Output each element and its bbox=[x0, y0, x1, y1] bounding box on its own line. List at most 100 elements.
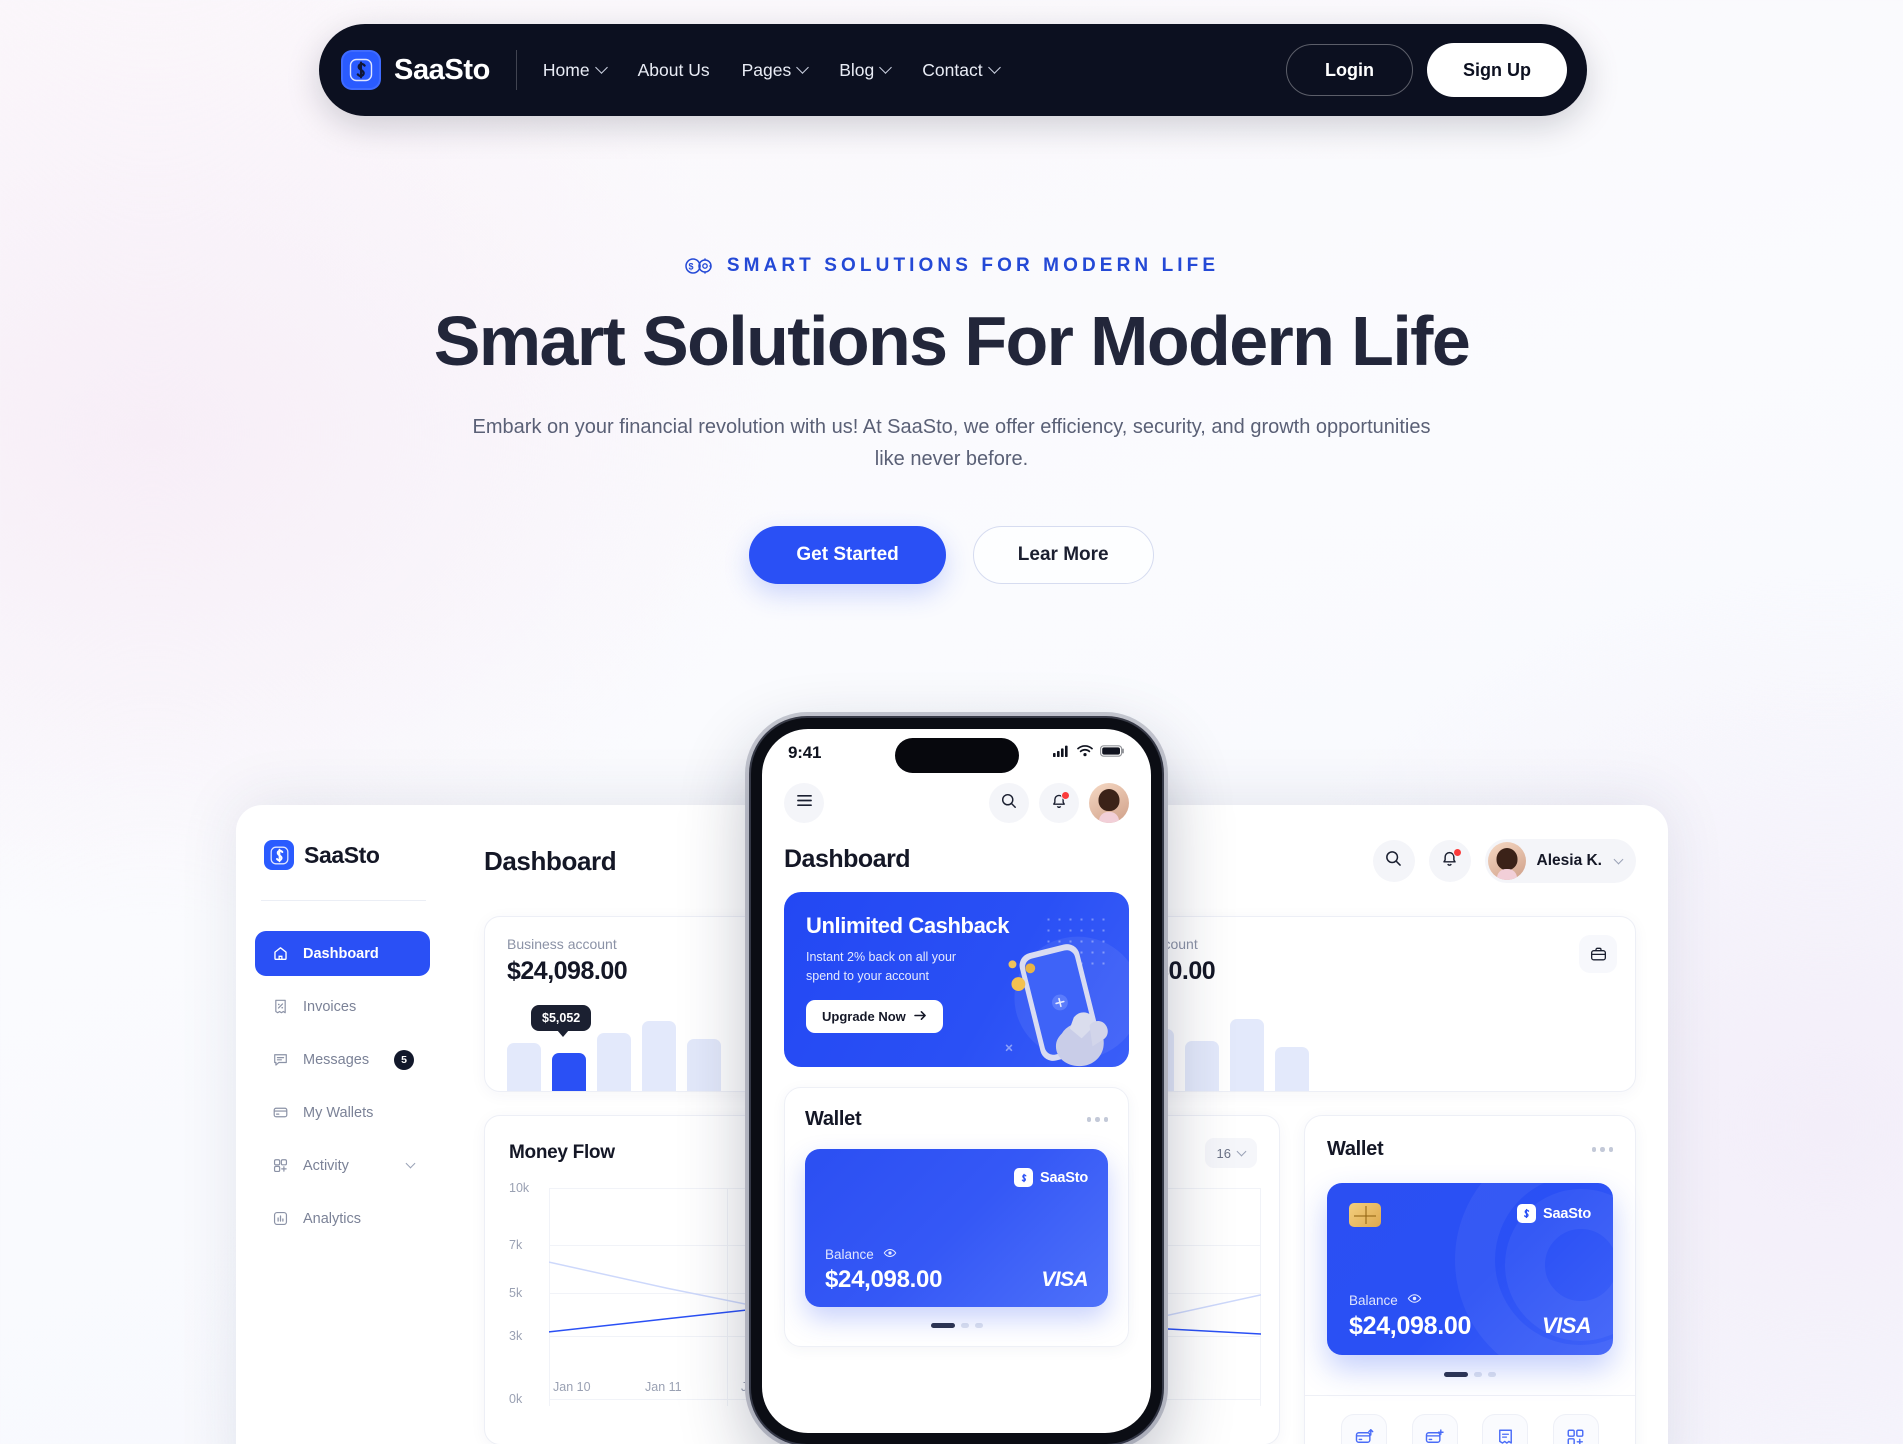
sidebar-item-invoices[interactable]: Invoices bbox=[255, 984, 430, 1029]
notification-dot bbox=[1452, 848, 1462, 857]
sidebar-item-messages[interactable]: Messages 5 bbox=[255, 1037, 430, 1082]
phone-card-balance-label: Balance bbox=[825, 1247, 874, 1262]
money-flow-title: Money Flow bbox=[509, 1142, 615, 1163]
bar-tooltip: $5,052 bbox=[531, 1005, 592, 1037]
savings-account-label: Savings account bbox=[1095, 936, 1198, 952]
notification-dot bbox=[1061, 791, 1070, 800]
invoicing-action[interactable]: Invoicing bbox=[1474, 1414, 1536, 1444]
learn-more-button[interactable]: Lear More bbox=[972, 526, 1154, 585]
sidebar-item-dashboard-label: Dashboard bbox=[303, 945, 379, 962]
top-navbar: SaaSto Home About Us Pages Blog Contact bbox=[319, 24, 1587, 116]
nav-item-contact[interactable]: Contact bbox=[922, 59, 1001, 81]
navbar-brand[interactable]: SaaSto bbox=[341, 50, 516, 90]
sidebar-divider bbox=[261, 900, 426, 901]
eye-icon[interactable] bbox=[1407, 1291, 1422, 1309]
y-tick-label: 10k bbox=[509, 1181, 530, 1195]
bar bbox=[642, 1021, 676, 1091]
nav-item-blog-label: Blog bbox=[839, 59, 875, 80]
status-time: 9:41 bbox=[788, 743, 822, 762]
phone-card-balance-amount: $24,098.00 bbox=[825, 1266, 943, 1293]
get-started-button[interactable]: Get Started bbox=[749, 526, 946, 585]
hamburger-icon bbox=[796, 793, 813, 813]
nav-item-home[interactable]: Home bbox=[543, 60, 608, 81]
bar bbox=[1275, 1047, 1309, 1091]
upgrade-now-button[interactable]: Upgrade Now bbox=[806, 999, 943, 1033]
notifications-button[interactable] bbox=[1428, 840, 1471, 882]
sidebar-nav: Dashboard Invoices Messages 5 My Wallets… bbox=[236, 931, 448, 1241]
nav-item-pages-label: Pages bbox=[741, 59, 792, 80]
search-icon bbox=[1000, 792, 1018, 815]
bar bbox=[1230, 1019, 1264, 1091]
phone-wallet-panel: Wallet SaaSto Balance $24,098.00 VISA bbox=[784, 1087, 1129, 1347]
dynamic-island bbox=[894, 738, 1019, 773]
savings-account-value: $12,480.00 bbox=[1095, 957, 1615, 986]
wallet-actions: Send Receive Invoicing bbox=[1327, 1396, 1613, 1444]
signup-button[interactable]: Sign Up bbox=[1427, 43, 1567, 97]
nav-item-contact-label: Contact bbox=[922, 59, 983, 80]
chevron-down-icon bbox=[987, 61, 1001, 74]
date-range-value: 16 bbox=[1216, 1145, 1231, 1161]
upgrade-now-label: Upgrade Now bbox=[822, 1008, 906, 1024]
sidebar-item-my-wallets[interactable]: My Wallets bbox=[255, 1090, 430, 1135]
bar-highlighted bbox=[552, 1053, 586, 1091]
chevron-down-icon bbox=[1613, 854, 1624, 864]
search-icon bbox=[1384, 849, 1403, 873]
login-button[interactable]: Login bbox=[1286, 44, 1413, 96]
phone-wallet-header: Wallet bbox=[805, 1108, 1108, 1131]
y-tick-label: 3k bbox=[509, 1329, 523, 1344]
card-balance-row: Balance bbox=[1349, 1291, 1422, 1309]
nav-item-pages[interactable]: Pages bbox=[741, 59, 810, 81]
credit-card[interactable]: SaaSto Balance $24,098.00 VISA bbox=[1327, 1183, 1613, 1355]
phone-wallet-title: Wallet bbox=[805, 1108, 862, 1130]
date-range-selector[interactable]: 16 bbox=[1204, 1138, 1257, 1168]
saasto-logo-icon bbox=[1014, 1168, 1034, 1187]
phone-search-button[interactable] bbox=[989, 783, 1029, 823]
phone-notifications-button[interactable] bbox=[1039, 783, 1079, 823]
user-name: Alesia K. bbox=[1536, 852, 1602, 869]
sidebar-brand[interactable]: SaaSto bbox=[236, 840, 448, 870]
card-up-icon bbox=[1341, 1414, 1387, 1444]
navbar-divider bbox=[515, 50, 517, 90]
wallet-title: Wallet bbox=[1327, 1138, 1384, 1160]
analytics-icon bbox=[271, 1210, 289, 1228]
y-tick-label: 0k bbox=[509, 1392, 523, 1407]
hand-phone-illustration bbox=[1005, 936, 1129, 1067]
phone-header bbox=[762, 777, 1151, 823]
phone-wallet-more-button[interactable] bbox=[1086, 1117, 1108, 1122]
receive-action[interactable]: Receive bbox=[1404, 1414, 1466, 1444]
phone-credit-card[interactable]: SaaSto Balance $24,098.00 VISA bbox=[805, 1149, 1108, 1307]
message-icon bbox=[271, 1051, 289, 1069]
sidebar-item-invoices-label: Invoices bbox=[303, 998, 357, 1015]
sidebar-item-dashboard[interactable]: Dashboard bbox=[255, 931, 430, 976]
phone-statusbar: 9:41 bbox=[762, 729, 1151, 777]
menu-button[interactable] bbox=[784, 783, 824, 823]
wallet-icon bbox=[271, 1104, 289, 1122]
phone-card-balance-row: Balance bbox=[825, 1246, 897, 1263]
user-menu[interactable]: Alesia K. bbox=[1484, 839, 1636, 883]
finance-gear-icon: $ bbox=[684, 257, 714, 275]
sidebar-item-activity[interactable]: Activity bbox=[255, 1143, 430, 1188]
wallet-more-button[interactable] bbox=[1591, 1147, 1613, 1152]
chevron-down-icon bbox=[879, 61, 893, 74]
sidebar-item-analytics[interactable]: Analytics bbox=[255, 1196, 430, 1241]
send-action[interactable]: Send bbox=[1333, 1414, 1395, 1444]
cashback-promo-banner[interactable]: Unlimited Cashback Instant 2% back on al… bbox=[784, 892, 1129, 1067]
dashboard-top-actions: Alesia K. bbox=[1372, 839, 1636, 883]
chevron-down-icon bbox=[405, 1158, 416, 1169]
more-action[interactable]: More bbox=[1545, 1414, 1607, 1444]
avatar bbox=[1487, 842, 1526, 880]
card-balance-label: Balance bbox=[1349, 1292, 1398, 1308]
dashboard-title: Dashboard bbox=[484, 845, 617, 876]
invoice-icon bbox=[271, 998, 289, 1016]
avatar[interactable] bbox=[1089, 783, 1129, 823]
nav-item-about-us[interactable]: About Us bbox=[638, 60, 710, 81]
eye-icon[interactable] bbox=[883, 1246, 897, 1263]
bar bbox=[1185, 1041, 1219, 1091]
phone-wallet-carousel-pager[interactable] bbox=[805, 1323, 1108, 1328]
nav-item-blog[interactable]: Blog bbox=[839, 59, 893, 81]
wallet-carousel-pager[interactable] bbox=[1327, 1372, 1613, 1377]
home-icon bbox=[271, 945, 289, 963]
search-button[interactable] bbox=[1372, 840, 1415, 882]
wallet-header: Wallet bbox=[1327, 1138, 1613, 1161]
grid-plus-icon bbox=[1552, 1414, 1599, 1444]
